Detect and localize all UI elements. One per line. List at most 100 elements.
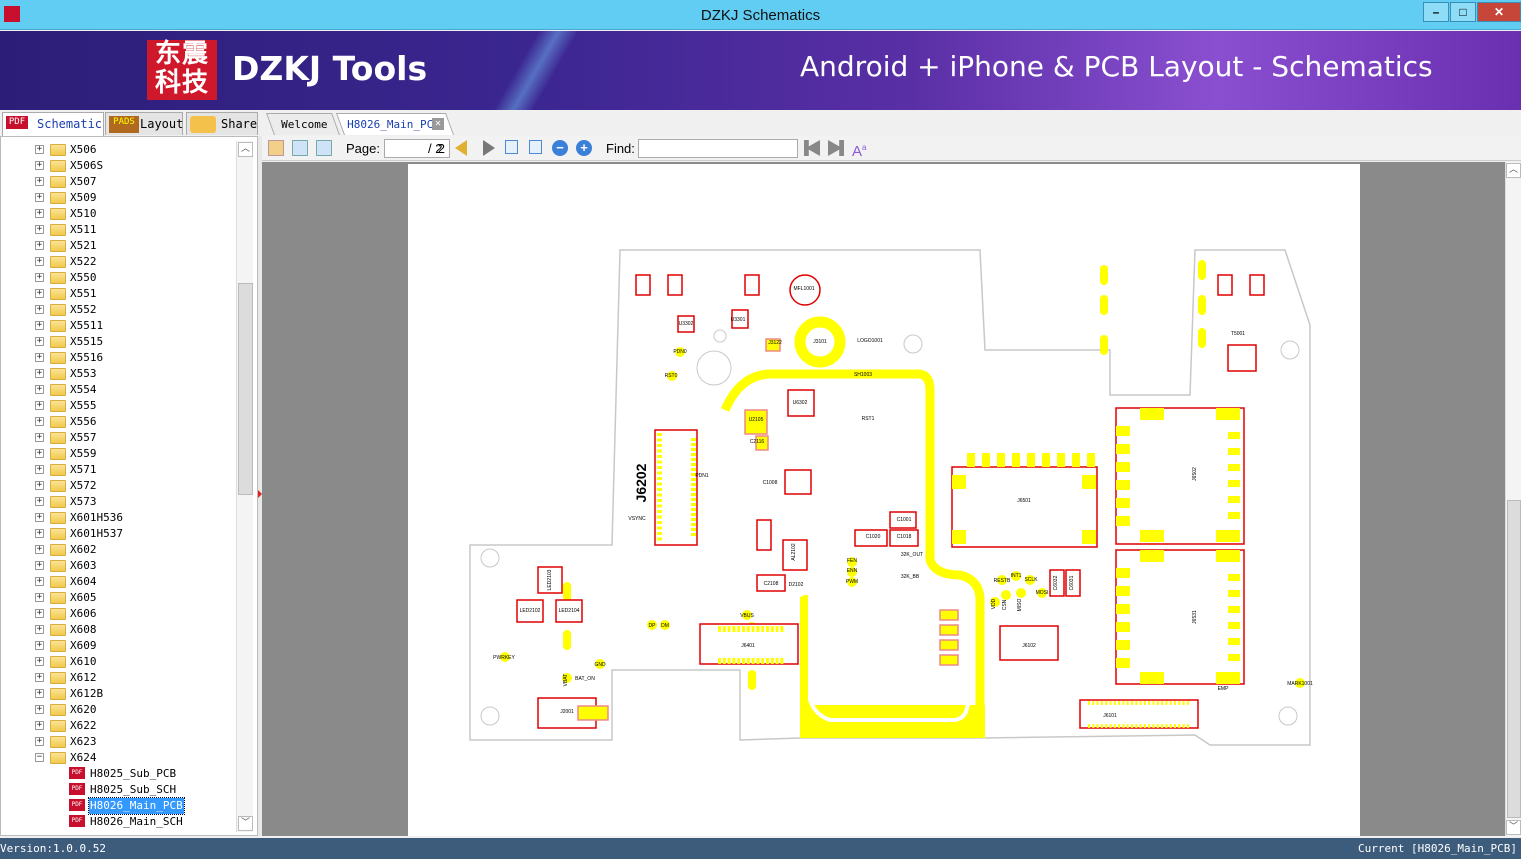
expand-icon[interactable]: + bbox=[35, 673, 44, 682]
expand-icon[interactable]: + bbox=[35, 689, 44, 698]
tree-folder-x606[interactable]: + X606 bbox=[1, 606, 237, 622]
close-button[interactable]: ✕ bbox=[1477, 2, 1521, 22]
previous-page-icon[interactable] bbox=[455, 140, 467, 156]
expand-icon[interactable]: + bbox=[35, 609, 44, 618]
expand-icon[interactable]: + bbox=[35, 193, 44, 202]
tab-layout[interactable]: PADS Layout bbox=[105, 112, 183, 135]
tree-folder-x510[interactable]: + X510 bbox=[1, 206, 237, 222]
expand-icon[interactable]: + bbox=[35, 177, 44, 186]
tree-folder-x557[interactable]: + X557 bbox=[1, 430, 237, 446]
scroll-thumb[interactable] bbox=[238, 283, 253, 495]
tree-folder-x624[interactable]: − X624 bbox=[1, 750, 237, 766]
expand-icon[interactable]: + bbox=[35, 289, 44, 298]
tree-folder-x610[interactable]: + X610 bbox=[1, 654, 237, 670]
expand-icon[interactable]: + bbox=[35, 465, 44, 474]
expand-icon[interactable]: + bbox=[35, 721, 44, 730]
tree-folder-x622[interactable]: + X622 bbox=[1, 718, 237, 734]
tree-folder-x5515[interactable]: + X5515 bbox=[1, 334, 237, 350]
zoom-in-icon[interactable]: + bbox=[576, 140, 592, 156]
expand-icon[interactable]: + bbox=[35, 593, 44, 602]
tree-folder-x609[interactable]: + X609 bbox=[1, 638, 237, 654]
expand-icon[interactable]: + bbox=[35, 449, 44, 458]
expand-icon[interactable]: + bbox=[35, 305, 44, 314]
expand-icon[interactable]: + bbox=[35, 705, 44, 714]
tree-folder-x522[interactable]: + X522 bbox=[1, 254, 237, 270]
tree-folder-x571[interactable]: + X571 bbox=[1, 462, 237, 478]
expand-icon[interactable]: + bbox=[35, 481, 44, 490]
tree-folder-x552[interactable]: + X552 bbox=[1, 302, 237, 318]
tree-folder-x553[interactable]: + X553 bbox=[1, 366, 237, 382]
expand-icon[interactable]: + bbox=[35, 321, 44, 330]
expand-icon[interactable]: + bbox=[35, 737, 44, 746]
find-previous-icon[interactable] bbox=[804, 140, 820, 156]
expand-icon[interactable]: + bbox=[35, 385, 44, 394]
expand-icon[interactable]: + bbox=[35, 401, 44, 410]
tree-folder-x555[interactable]: + X555 bbox=[1, 398, 237, 414]
tree-folder-x605[interactable]: + X605 bbox=[1, 590, 237, 606]
document-scrollbar[interactable]: ︿ ﹀ bbox=[1505, 162, 1521, 836]
tree-folder-x604[interactable]: + X604 bbox=[1, 574, 237, 590]
expand-icon[interactable]: + bbox=[35, 241, 44, 250]
expand-icon[interactable]: + bbox=[35, 273, 44, 282]
open-document-icon[interactable] bbox=[268, 140, 284, 156]
tree-folder-x603[interactable]: + X603 bbox=[1, 558, 237, 574]
tree-folder-x506s[interactable]: + X506S bbox=[1, 158, 237, 174]
tree-folder-x556[interactable]: + X556 bbox=[1, 414, 237, 430]
tree-folder-x551[interactable]: + X551 bbox=[1, 286, 237, 302]
tab-share[interactable]: Share bbox=[186, 112, 258, 135]
tab-schematic[interactable]: PDF Schematic bbox=[2, 112, 104, 136]
scroll-thumb[interactable] bbox=[1507, 500, 1521, 818]
tree-folder-x550[interactable]: + X550 bbox=[1, 270, 237, 286]
expand-icon[interactable]: + bbox=[35, 225, 44, 234]
tree-folder-x572[interactable]: + X572 bbox=[1, 478, 237, 494]
tree-folder-x573[interactable]: + X573 bbox=[1, 494, 237, 510]
maximize-button[interactable]: □ bbox=[1450, 2, 1476, 22]
next-page-icon[interactable] bbox=[483, 140, 495, 156]
expand-icon[interactable]: + bbox=[35, 433, 44, 442]
document-canvas[interactable]: J6202 PDN1 VSYNC J3101 LOGO1001 SH1003 MFL1001… bbox=[262, 162, 1505, 836]
expand-icon[interactable]: + bbox=[35, 561, 44, 570]
expand-icon[interactable]: + bbox=[35, 161, 44, 170]
expand-icon[interactable]: + bbox=[35, 545, 44, 554]
tree-folder-x5516[interactable]: + X5516 bbox=[1, 350, 237, 366]
tree-folder-x5511[interactable]: + X5511 bbox=[1, 318, 237, 334]
expand-icon[interactable]: + bbox=[35, 209, 44, 218]
match-case-icon[interactable]: Aa bbox=[852, 140, 868, 160]
tree-scrollbar[interactable]: ︿ ﹀ bbox=[236, 141, 253, 832]
scroll-down-icon[interactable]: ﹀ bbox=[1506, 820, 1521, 835]
expand-icon[interactable]: + bbox=[35, 641, 44, 650]
expand-icon[interactable]: + bbox=[35, 369, 44, 378]
expand-icon[interactable]: + bbox=[35, 625, 44, 634]
minimize-button[interactable]: – bbox=[1423, 2, 1449, 22]
tree-folder-x601h537[interactable]: + X601H537 bbox=[1, 526, 237, 542]
tree-folder-x612b[interactable]: + X612B bbox=[1, 686, 237, 702]
rotate-left-icon[interactable] bbox=[292, 140, 308, 156]
tab-welcome[interactable]: Welcome bbox=[265, 113, 341, 135]
tree-folder-x506[interactable]: + X506 bbox=[1, 142, 237, 158]
zoom-out-icon[interactable]: − bbox=[552, 140, 568, 156]
tree-folder-x521[interactable]: + X521 bbox=[1, 238, 237, 254]
expand-icon[interactable]: + bbox=[35, 577, 44, 586]
expand-icon[interactable]: + bbox=[35, 529, 44, 538]
find-input[interactable] bbox=[638, 139, 798, 158]
expand-icon[interactable]: + bbox=[35, 417, 44, 426]
expand-icon[interactable]: + bbox=[35, 353, 44, 362]
fit-width-icon[interactable] bbox=[505, 140, 518, 154]
tree-folder-x602[interactable]: + X602 bbox=[1, 542, 237, 558]
tree-folder-x507[interactable]: + X507 bbox=[1, 174, 237, 190]
tree-folder-x620[interactable]: + X620 bbox=[1, 702, 237, 718]
close-tab-icon[interactable]: ✕ bbox=[432, 118, 444, 130]
find-next-icon[interactable] bbox=[828, 140, 844, 156]
tree-folder-x509[interactable]: + X509 bbox=[1, 190, 237, 206]
rotate-right-icon[interactable] bbox=[316, 140, 332, 156]
tree-folder-x601h536[interactable]: + X601H536 bbox=[1, 510, 237, 526]
expand-icon[interactable]: + bbox=[35, 657, 44, 666]
tree-folder-x612[interactable]: + X612 bbox=[1, 670, 237, 686]
collapse-icon[interactable]: − bbox=[35, 753, 44, 762]
tree-folder-x559[interactable]: + X559 bbox=[1, 446, 237, 462]
tree-folder-x554[interactable]: + X554 bbox=[1, 382, 237, 398]
expand-icon[interactable]: + bbox=[35, 497, 44, 506]
tree-folder-x623[interactable]: + X623 bbox=[1, 734, 237, 750]
expand-icon[interactable]: + bbox=[35, 513, 44, 522]
tree-folder-x608[interactable]: + X608 bbox=[1, 622, 237, 638]
